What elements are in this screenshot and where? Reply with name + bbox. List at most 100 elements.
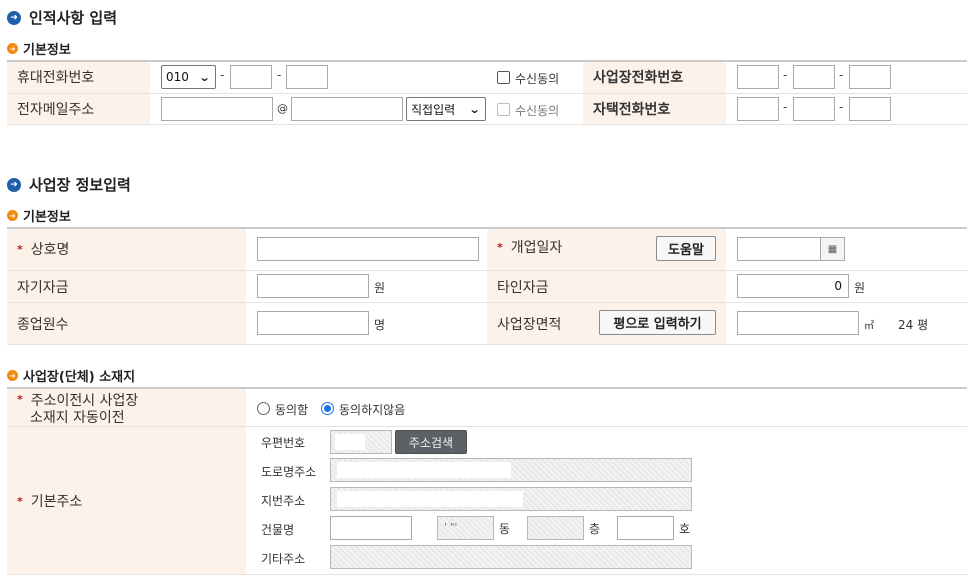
trade-name-label: * 상호명 <box>17 238 69 260</box>
email-consent-label: 수신동의 <box>515 104 560 118</box>
row-divider <box>7 574 967 575</box>
open-date-label-text: 개업일자 <box>510 240 563 256</box>
persons-unit: 명 <box>374 318 386 332</box>
pyeong-display: 24 평 <box>898 318 929 332</box>
employees-input[interactable] <box>257 311 369 335</box>
personal-table-top-border <box>7 60 967 62</box>
business-section-title: ➜ 사업장 정보입력 <box>7 174 131 195</box>
personal-basic-subtitle: ➜ 기본정보 <box>7 39 71 58</box>
building-dong-input: ' "' <box>437 516 494 540</box>
lot-address-input <box>330 487 692 511</box>
office-phone-label: 사업장전화번호 <box>593 70 684 86</box>
required-mark: * <box>17 242 23 256</box>
open-date-label: * 개업일자 <box>497 236 562 258</box>
arrow-right-circle-icon: ➜ <box>7 10 21 25</box>
trade-name-label-text: 상호명 <box>30 242 70 258</box>
mobile-middle-input[interactable] <box>230 65 272 89</box>
business-basic-subtitle: ➜ 기본정보 <box>7 206 71 225</box>
home-phone-middle-input[interactable] <box>793 97 835 121</box>
address-subtitle-text: 사업장(단체) 소재지 <box>23 370 136 385</box>
road-address-input <box>330 458 692 482</box>
floor-input <box>527 516 584 540</box>
base-address-label-text: 기본주소 <box>30 494 83 510</box>
home-phone-last-input[interactable] <box>849 97 891 121</box>
disagree-radio-label: 동의하지않음 <box>339 403 406 417</box>
building-name-input[interactable] <box>330 516 412 540</box>
personal-basic-subtitle-text: 기본정보 <box>23 43 71 58</box>
dash: - <box>839 100 844 114</box>
dash: - <box>783 100 788 114</box>
dash: - <box>839 68 844 82</box>
employees-label: 종업원수 <box>17 317 69 333</box>
row-divider <box>7 302 967 303</box>
help-button[interactable]: 도움말 <box>656 236 716 261</box>
required-mark: * <box>17 393 23 406</box>
building-label: 건물명 <box>261 523 295 537</box>
square-meter-unit: ㎡ <box>864 321 874 332</box>
office-phone-middle-input[interactable] <box>793 65 835 89</box>
other-address-input <box>330 545 692 569</box>
row-divider <box>7 270 967 271</box>
calendar-icon[interactable]: ▦ <box>821 237 845 261</box>
dash: - <box>783 68 788 82</box>
pyeong-input-button[interactable]: 평으로 입력하기 <box>599 310 716 335</box>
postal-code-input <box>330 430 392 454</box>
address-search-button[interactable]: 주소검색 <box>395 430 467 454</box>
dash: - <box>220 68 225 82</box>
dash: - <box>277 68 282 82</box>
sms-consent-label: 수신동의 <box>515 72 560 86</box>
row-divider <box>7 426 967 427</box>
required-mark: * <box>17 494 23 508</box>
email-domain-select[interactable]: 직접입력 ⌄ <box>406 97 486 121</box>
orange-arrow-circle-icon: ➜ <box>7 210 18 221</box>
own-capital-input[interactable] <box>257 274 369 298</box>
orange-arrow-circle-icon: ➜ <box>7 370 18 381</box>
mobile-phone-label: 휴대전화번호 <box>17 70 95 86</box>
sms-consent-checkbox[interactable] <box>497 71 510 84</box>
row-divider <box>7 124 967 125</box>
email-domain-select-value: 직접입력 <box>411 102 456 117</box>
agree-radio-label: 동의함 <box>275 403 309 417</box>
floor-unit: 층 <box>589 522 601 536</box>
required-mark: * <box>497 240 503 254</box>
disagree-radio[interactable] <box>321 402 334 415</box>
email-id-input[interactable] <box>161 97 273 121</box>
chevron-down-icon: ⌄ <box>198 70 211 84</box>
row-divider <box>7 344 967 345</box>
agree-radio[interactable] <box>257 402 270 415</box>
email-consent-checkbox[interactable] <box>497 103 510 116</box>
open-date-input[interactable] <box>737 237 821 261</box>
business-basic-subtitle-text: 기본정보 <box>23 210 71 225</box>
business-section-title-text: 사업장 정보입력 <box>29 176 131 194</box>
won-unit: 원 <box>854 281 866 295</box>
dong-unit: 동 <box>499 522 511 536</box>
arrow-right-circle-icon: ➜ <box>7 177 21 192</box>
row-divider <box>7 93 967 94</box>
mobile-last-input[interactable] <box>286 65 328 89</box>
area-input[interactable] <box>737 311 859 335</box>
base-address-label: * 기본주소 <box>17 490 82 512</box>
orange-arrow-circle-icon: ➜ <box>7 43 18 54</box>
chevron-down-icon: ⌄ <box>468 102 481 116</box>
email-at-sign: @ <box>277 102 288 115</box>
won-unit: 원 <box>374 281 386 295</box>
office-phone-last-input[interactable] <box>849 65 891 89</box>
auto-transfer-label: * 주소이전시 사업장 소재지 자동이전 <box>17 391 242 426</box>
ho-unit: 호 <box>679 522 691 536</box>
own-capital-label: 자기자금 <box>17 280 69 296</box>
email-label: 전자메일주소 <box>17 102 95 118</box>
other-capital-input[interactable]: 0 <box>737 274 849 298</box>
area-label: 사업장면적 <box>497 317 562 333</box>
email-domain-input[interactable] <box>291 97 403 121</box>
office-phone-first-input[interactable] <box>737 65 779 89</box>
mobile-prefix-select[interactable]: 010 ⌄ <box>161 65 216 89</box>
auto-transfer-label-line2: 소재지 자동이전 <box>30 409 125 426</box>
other-capital-label: 타인자금 <box>497 280 549 296</box>
address-subtitle: ➜ 사업장(단체) 소재지 <box>7 366 135 385</box>
trade-name-input[interactable] <box>257 237 479 261</box>
road-address-label: 도로명주소 <box>261 465 317 479</box>
ho-input[interactable] <box>617 516 674 540</box>
postal-code-label: 우편번호 <box>261 436 306 450</box>
mobile-prefix-value: 010 <box>166 70 189 84</box>
home-phone-first-input[interactable] <box>737 97 779 121</box>
